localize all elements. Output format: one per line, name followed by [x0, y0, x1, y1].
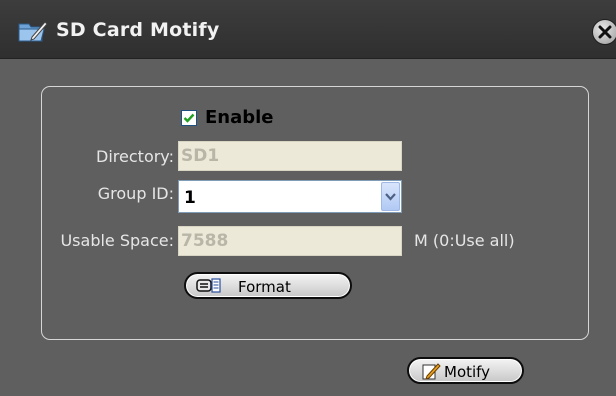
close-icon: [598, 25, 612, 39]
motify-button-label: Motify: [444, 363, 491, 381]
enable-checkbox[interactable]: [181, 110, 197, 126]
dropdown-button[interactable]: [381, 182, 400, 211]
group-id-value: 1: [184, 188, 196, 208]
chevron-down-icon: [385, 193, 396, 201]
pencil-folder-icon: [18, 19, 48, 43]
close-button[interactable]: [592, 19, 616, 45]
group-id-label: Group ID:: [97, 184, 174, 203]
motify-button[interactable]: Motify: [407, 357, 524, 384]
group-id-select[interactable]: 1: [178, 180, 402, 213]
title-bar: SD Card Motify: [0, 0, 616, 59]
directory-field: SD1: [178, 141, 402, 171]
enable-label: Enable: [205, 107, 274, 128]
window-title: SD Card Motify: [56, 19, 220, 41]
checkmark-icon: [183, 113, 195, 123]
usable-space-label: Usable Space:: [60, 231, 174, 250]
format-drive-icon: [196, 278, 224, 298]
format-button-label: Format: [238, 278, 291, 296]
edit-document-icon: [421, 362, 441, 384]
usable-space-unit-hint: M (0:Use all): [414, 231, 515, 250]
settings-panel: [41, 86, 589, 340]
directory-label: Directory:: [96, 147, 174, 166]
usable-space-field: 7588: [178, 226, 402, 256]
format-button[interactable]: Format: [184, 272, 352, 299]
